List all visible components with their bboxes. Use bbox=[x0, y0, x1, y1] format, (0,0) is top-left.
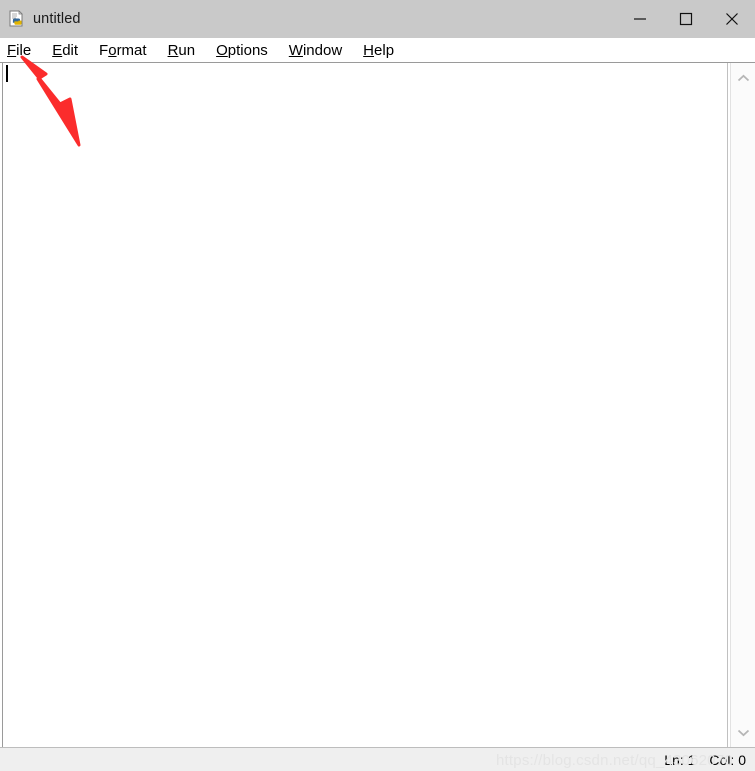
idle-editor-window: untitled File Edit Format Run Options Wi… bbox=[0, 0, 755, 771]
menu-bar: File Edit Format Run Options Window Help bbox=[0, 38, 755, 62]
menu-label-file-after: ile bbox=[16, 41, 32, 59]
menu-mnemonic-format: o bbox=[108, 41, 117, 59]
menu-label-window-after: indow bbox=[302, 41, 343, 59]
close-button[interactable] bbox=[709, 0, 755, 38]
menu-item-options[interactable]: Options bbox=[216, 43, 268, 58]
title-bar: untitled bbox=[0, 0, 755, 38]
menu-mnemonic-options: O bbox=[216, 41, 228, 59]
window-controls bbox=[617, 0, 755, 38]
menu-item-help[interactable]: Help bbox=[363, 43, 394, 58]
menu-item-run[interactable]: Run bbox=[168, 43, 196, 58]
menu-label-format-after: rmat bbox=[116, 41, 147, 59]
editor-area bbox=[0, 63, 755, 747]
menu-label-format-before: F bbox=[99, 41, 109, 59]
menu-item-window[interactable]: Window bbox=[289, 43, 342, 58]
menu-label-edit-after: dit bbox=[62, 41, 79, 59]
status-bar: https://blog.csdn.net/qq_43062070 Ln: 1 … bbox=[0, 747, 755, 771]
status-line-number: Ln: 1 bbox=[664, 751, 696, 768]
menu-label-options-after: ptions bbox=[227, 41, 268, 59]
minimize-button[interactable] bbox=[617, 0, 663, 38]
menu-mnemonic-help: H bbox=[363, 41, 375, 59]
python-idle-file-icon bbox=[8, 10, 26, 28]
menu-item-edit[interactable]: Edit bbox=[52, 43, 78, 58]
text-caret bbox=[6, 65, 8, 82]
menu-label-run-after: un bbox=[178, 41, 196, 59]
maximize-button[interactable] bbox=[663, 0, 709, 38]
menu-mnemonic-window: W bbox=[288, 41, 303, 59]
chevron-down-icon[interactable] bbox=[731, 721, 755, 743]
menu-label-help-after: elp bbox=[374, 41, 395, 59]
menu-item-file[interactable]: File bbox=[7, 43, 31, 58]
chevron-up-icon[interactable] bbox=[731, 67, 755, 89]
menu-mnemonic-file: F bbox=[7, 41, 17, 59]
window-title: untitled bbox=[33, 10, 81, 27]
menu-mnemonic-edit: E bbox=[52, 41, 63, 59]
status-column-number: Col: 0 bbox=[709, 751, 746, 768]
watermark-text: https://blog.csdn.net/qq_43062070 bbox=[496, 752, 733, 769]
vertical-scrollbar[interactable] bbox=[730, 63, 755, 747]
menu-item-format[interactable]: Format bbox=[99, 43, 147, 58]
menu-mnemonic-run: R bbox=[167, 41, 179, 59]
code-text-input[interactable] bbox=[2, 63, 728, 747]
